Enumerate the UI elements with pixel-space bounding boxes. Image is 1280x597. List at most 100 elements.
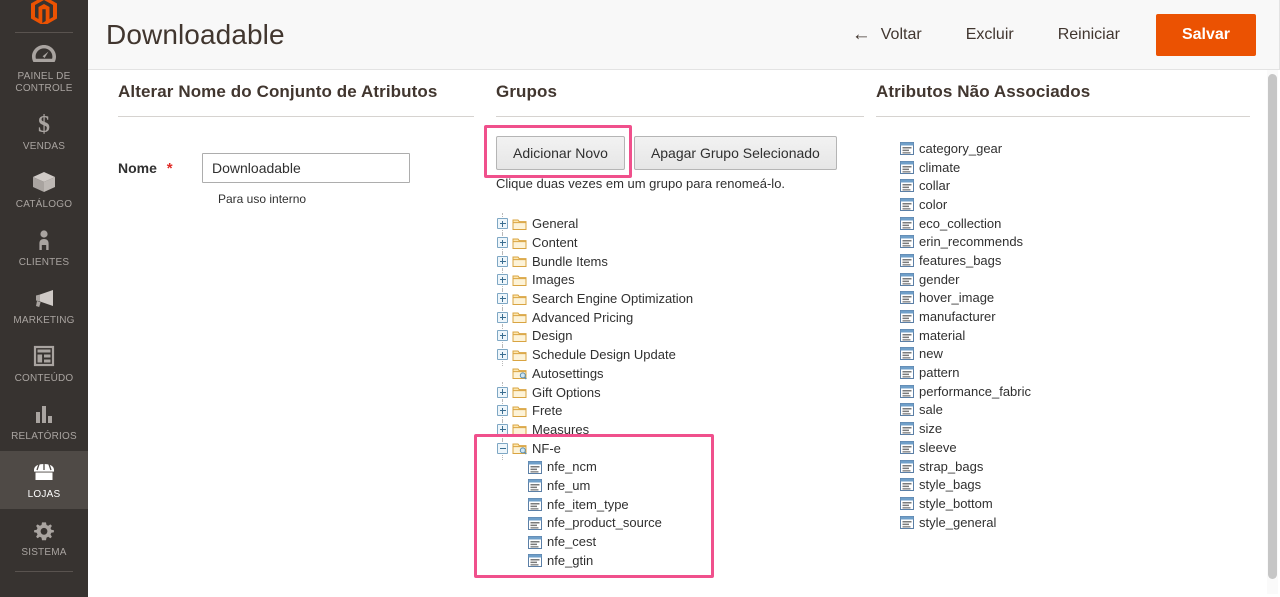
unassigned-attribute-row[interactable]: manufacturer <box>876 307 1250 326</box>
sidebar-item-vendas[interactable]: $ Vendas <box>0 103 88 161</box>
magento-logo[interactable] <box>0 0 88 24</box>
unassigned-attribute-row[interactable]: gender <box>876 270 1250 289</box>
groups-hint: Clique duas vezes em um grupo para renom… <box>496 176 786 191</box>
attribute-icon <box>900 310 914 324</box>
tree-row-nfe[interactable]: NF-e <box>496 437 864 460</box>
unassigned-attribute-row[interactable]: strap_bags <box>876 457 1250 476</box>
sidebar-item-catalogo[interactable]: Catálogo <box>0 161 88 219</box>
panel-title-groups: Grupos <box>496 82 558 101</box>
unassigned-attribute-row[interactable]: style_bottom <box>876 494 1250 513</box>
sidebar-item-marketing[interactable]: Marketing <box>0 277 88 335</box>
unassigned-attribute-row[interactable]: performance_fabric <box>876 382 1250 401</box>
tree-row[interactable]: Frete <box>496 400 864 423</box>
unassigned-attribute-label: material <box>919 327 966 343</box>
folder-icon <box>512 293 527 306</box>
page-scrollbar[interactable] <box>1267 70 1278 594</box>
collapse-icon[interactable] <box>496 437 510 460</box>
tree-row[interactable]: Gift Options <box>496 381 864 404</box>
attribute-icon <box>900 197 914 211</box>
back-button[interactable]: ← Voltar <box>830 15 944 54</box>
panel-title-left: Alterar Nome do Conjunto de Atributos <box>118 82 438 101</box>
unassigned-attribute-label: climate <box>919 159 961 175</box>
attribute-icon <box>528 479 542 493</box>
tree-row[interactable]: Advanced Pricing <box>496 306 864 329</box>
expand-icon[interactable] <box>496 381 510 404</box>
attribute-icon <box>900 328 914 342</box>
unassigned-attribute-row[interactable]: size <box>876 419 1250 438</box>
unassigned-attribute-label: sale <box>919 402 943 418</box>
reset-button[interactable]: Reiniciar <box>1036 16 1142 54</box>
unassigned-attribute-row[interactable]: pattern <box>876 363 1250 382</box>
sidebar-item-relatorios[interactable]: Relatórios <box>0 393 88 451</box>
unassigned-attribute-row[interactable]: hover_image <box>876 289 1250 308</box>
panel-rule-groups <box>496 116 864 117</box>
tree-child-row[interactable]: nfe_um <box>496 477 864 496</box>
expand-icon[interactable] <box>496 269 510 292</box>
sidebar-item-lojas[interactable]: Lojas <box>0 451 88 509</box>
add-new-group-button[interactable]: Adicionar Novo <box>496 136 625 170</box>
tree-row[interactable]: Bundle Items <box>496 250 864 273</box>
unassigned-attribute-row[interactable]: category_gear <box>876 139 1250 158</box>
sidebar-item-clientes[interactable]: Clientes <box>0 219 88 277</box>
tree-row-label: Schedule Design Update <box>532 347 676 363</box>
attribute-icon <box>900 272 914 286</box>
unassigned-attribute-row[interactable]: style_general <box>876 513 1250 532</box>
tree-row[interactable]: Search Engine Optimization <box>496 288 864 311</box>
tree-row[interactable]: Content <box>496 232 864 255</box>
tree-child-row[interactable]: nfe_item_type <box>496 495 864 514</box>
unassigned-attribute-row[interactable]: collar <box>876 176 1250 195</box>
unassigned-attribute-row[interactable]: material <box>876 326 1250 345</box>
folder-icon <box>512 311 527 324</box>
tree-row[interactable]: Measures <box>496 418 864 441</box>
sidebar-item-label: Painel de Controle <box>15 71 73 94</box>
scrollbar-thumb[interactable] <box>1268 74 1277 579</box>
tree-child-row[interactable]: nfe_product_source <box>496 514 864 533</box>
delete-button[interactable]: Excluir <box>944 16 1036 54</box>
sidebar-item-conteudo[interactable]: Conteúdo <box>0 335 88 393</box>
expand-icon[interactable] <box>496 400 510 423</box>
unassigned-attribute-row[interactable]: erin_recommends <box>876 232 1250 251</box>
unassigned-attribute-row[interactable]: sleeve <box>876 438 1250 457</box>
unassigned-attribute-row[interactable]: style_bags <box>876 475 1250 494</box>
save-button[interactable]: Salvar <box>1155 13 1256 56</box>
panel-title-unassigned: Atributos Não Associados <box>876 82 1091 101</box>
sidebar-item-painel-de-controle[interactable]: Painel de Controle <box>0 33 88 103</box>
tree-child-row[interactable]: nfe_gtin <box>496 551 864 570</box>
attribute-icon <box>528 535 542 549</box>
folder-icon <box>512 405 527 418</box>
tree-child-label: nfe_ncm <box>547 459 597 475</box>
unassigned-attribute-row[interactable]: new <box>876 345 1250 364</box>
tree-child-label: nfe_gtin <box>547 552 594 568</box>
expand-icon[interactable] <box>496 250 510 273</box>
tree-child-label: nfe_product_source <box>547 515 662 531</box>
attribute-icon <box>900 496 914 510</box>
groups-tree: General Content Bundle Items Images Sear… <box>474 213 864 579</box>
expand-icon[interactable] <box>496 288 510 311</box>
sidebar-item-sistema[interactable]: Sistema <box>0 509 88 567</box>
unassigned-attribute-row[interactable]: features_bags <box>876 251 1250 270</box>
unassigned-attribute-row[interactable]: sale <box>876 401 1250 420</box>
tree-child-row[interactable]: nfe_ncm <box>496 458 864 477</box>
unassigned-attribute-row[interactable]: eco_collection <box>876 214 1250 233</box>
groups-panel: Grupos Adicionar Novo Apagar Grupo Selec… <box>474 82 864 579</box>
expand-icon[interactable] <box>496 325 510 348</box>
tree-child-row[interactable]: nfe_cest <box>496 533 864 552</box>
folder-icon <box>512 349 527 362</box>
tree-row[interactable]: Autosettings <box>496 365 864 384</box>
attribute-icon <box>528 460 542 474</box>
unassigned-attribute-row[interactable]: climate <box>876 158 1250 177</box>
tree-row[interactable]: Schedule Design Update <box>496 344 864 367</box>
expand-icon[interactable] <box>496 232 510 255</box>
tree-row[interactable]: Images <box>496 269 864 292</box>
expand-icon[interactable] <box>496 213 510 236</box>
tree-row[interactable]: General <box>496 213 864 236</box>
tree-row[interactable]: Design <box>496 325 864 348</box>
expand-icon[interactable] <box>496 344 510 367</box>
expand-icon[interactable] <box>496 418 510 441</box>
unassigned-attribute-label: hover_image <box>919 290 995 306</box>
delete-selected-group-button[interactable]: Apagar Grupo Selecionado <box>633 136 837 170</box>
name-input[interactable] <box>202 153 410 183</box>
unassigned-attribute-row[interactable]: color <box>876 195 1250 214</box>
svg-text:$: $ <box>38 112 50 136</box>
expand-icon[interactable] <box>496 306 510 329</box>
